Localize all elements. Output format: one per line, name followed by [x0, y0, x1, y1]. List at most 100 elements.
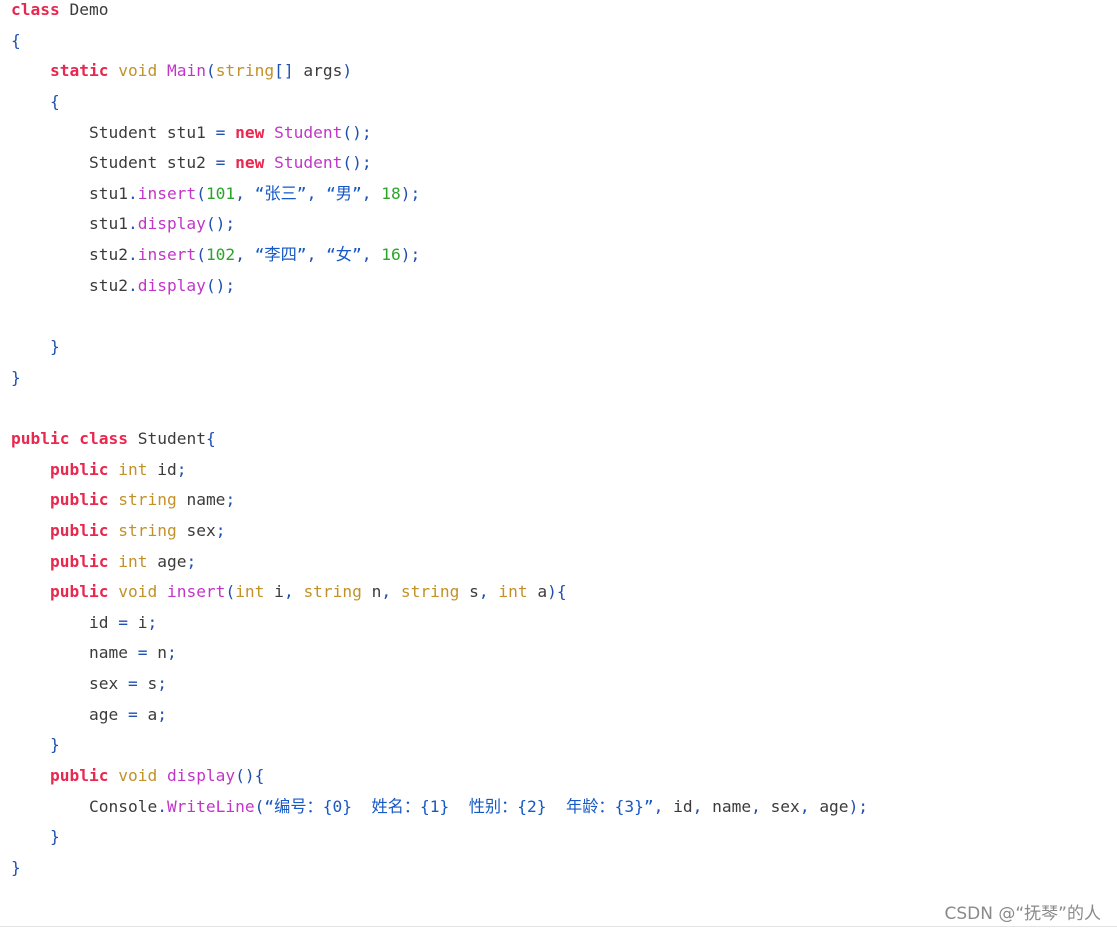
- code-token-punc: ,: [235, 245, 255, 265]
- code-token-kw: new: [235, 153, 265, 173]
- code-token-plain: age: [147, 551, 187, 571]
- code-token-plain: sex: [176, 520, 216, 540]
- code-line: }: [11, 735, 1101, 766]
- code-token-punc: {: [11, 30, 21, 50]
- code-token-punc: }: [49, 337, 60, 357]
- code-token-plain: Student stu1: [11, 122, 216, 142]
- code-token-punc: ;: [166, 643, 177, 663]
- code-line: }: [11, 827, 1101, 858]
- code-token-punc: ): [342, 61, 353, 81]
- code-token-punc: );: [400, 245, 421, 265]
- code-token-punc: .: [127, 214, 138, 234]
- code-token-punc: }: [11, 367, 21, 387]
- code-token-fn: display: [137, 214, 206, 234]
- code-line: age = a;: [11, 705, 1101, 736]
- code-token-type: string: [118, 520, 177, 540]
- code-token-punc: ();: [342, 122, 372, 142]
- code-line: public class Student{: [11, 429, 1101, 460]
- code-token-kw: public: [11, 428, 70, 448]
- code-token-punc: ;: [186, 551, 197, 571]
- code-token-punc: ,: [361, 183, 382, 203]
- code-token-plain: n: [361, 582, 382, 602]
- code-token-plain: a: [527, 582, 548, 602]
- code-token-punc: ;: [157, 704, 167, 724]
- code-line: }: [11, 858, 1101, 889]
- code-line: public void insert(int i, string n, stri…: [11, 582, 1101, 613]
- code-token-plain: s: [459, 582, 479, 602]
- code-token-fn: Student: [274, 153, 343, 173]
- code-token-punc: (: [254, 796, 265, 816]
- code-block-bottom-border: [0, 926, 1117, 927]
- code-token-punc: .: [157, 796, 167, 816]
- code-token-punc: ,: [653, 796, 674, 816]
- code-token-punc: ();: [205, 214, 236, 234]
- code-token-plain: stu1: [11, 183, 128, 203]
- code-token-punc: =: [215, 122, 226, 142]
- code-token-punc: {: [49, 91, 60, 111]
- code-token-punc: (: [196, 245, 206, 265]
- code-token-fn: insert: [166, 582, 226, 602]
- code-token-punc: }: [49, 735, 60, 755]
- code-token-plain: age: [11, 704, 128, 724]
- code-token-plain: sex: [770, 796, 800, 816]
- code-line: {: [11, 31, 1101, 62]
- code-token-fn: display: [166, 766, 236, 786]
- code-token-punc: ,: [799, 796, 820, 816]
- code-token-punc: ,: [306, 245, 327, 265]
- code-token-punc: =: [127, 674, 138, 694]
- code-line: name = n;: [11, 643, 1101, 674]
- code-token-fn: insert: [137, 183, 197, 203]
- code-token-fn: Main: [166, 61, 206, 81]
- code-token-plain: i: [264, 582, 284, 602]
- code-token-type: int: [118, 459, 148, 479]
- code-token-type: int: [498, 582, 528, 602]
- code-line: stu1.display();: [11, 214, 1101, 245]
- code-token-plain: Demo: [59, 0, 109, 19]
- code-line: stu2.display();: [11, 276, 1101, 307]
- code-token-str: “编号：{0} 姓名：{1} 性别：{2} 年龄：{3}”: [264, 796, 654, 816]
- code-token-plain: s: [137, 674, 158, 694]
- code-token-plain: n: [147, 643, 167, 663]
- code-token-punc: ,: [306, 183, 327, 203]
- csdn-watermark: CSDN @“抚琴”的人: [944, 904, 1102, 924]
- code-token-plain: id: [11, 612, 119, 632]
- code-token-fn: insert: [137, 245, 197, 265]
- code-token-punc: =: [215, 153, 226, 173]
- code-token-kw: public: [49, 551, 109, 571]
- code-token-plain: name: [11, 643, 138, 663]
- code-token-punc: .: [127, 275, 138, 295]
- code-token-punc: =: [127, 704, 138, 724]
- code-token-plain: id: [147, 459, 177, 479]
- code-token-str: “张三”: [254, 183, 307, 203]
- code-token-punc: ;: [157, 674, 167, 694]
- code-token-punc: (){: [235, 766, 265, 786]
- code-token-num: 16: [381, 245, 401, 265]
- code-line: }: [11, 337, 1101, 368]
- code-token-type: void: [118, 582, 158, 602]
- code-line: Console.WriteLine(“编号：{0} 姓名：{1} 性别：{2} …: [11, 797, 1101, 828]
- code-line: public string name;: [11, 490, 1101, 521]
- code-token-kw: public: [49, 490, 109, 510]
- code-token-punc: .: [127, 183, 138, 203]
- code-token-num: 18: [381, 183, 401, 203]
- code-token-punc: (: [196, 183, 206, 203]
- code-token-kw: static: [49, 61, 109, 81]
- code-line: sex = s;: [11, 674, 1101, 705]
- code-token-type: string: [400, 582, 460, 602]
- code-token-plain: id: [673, 796, 693, 816]
